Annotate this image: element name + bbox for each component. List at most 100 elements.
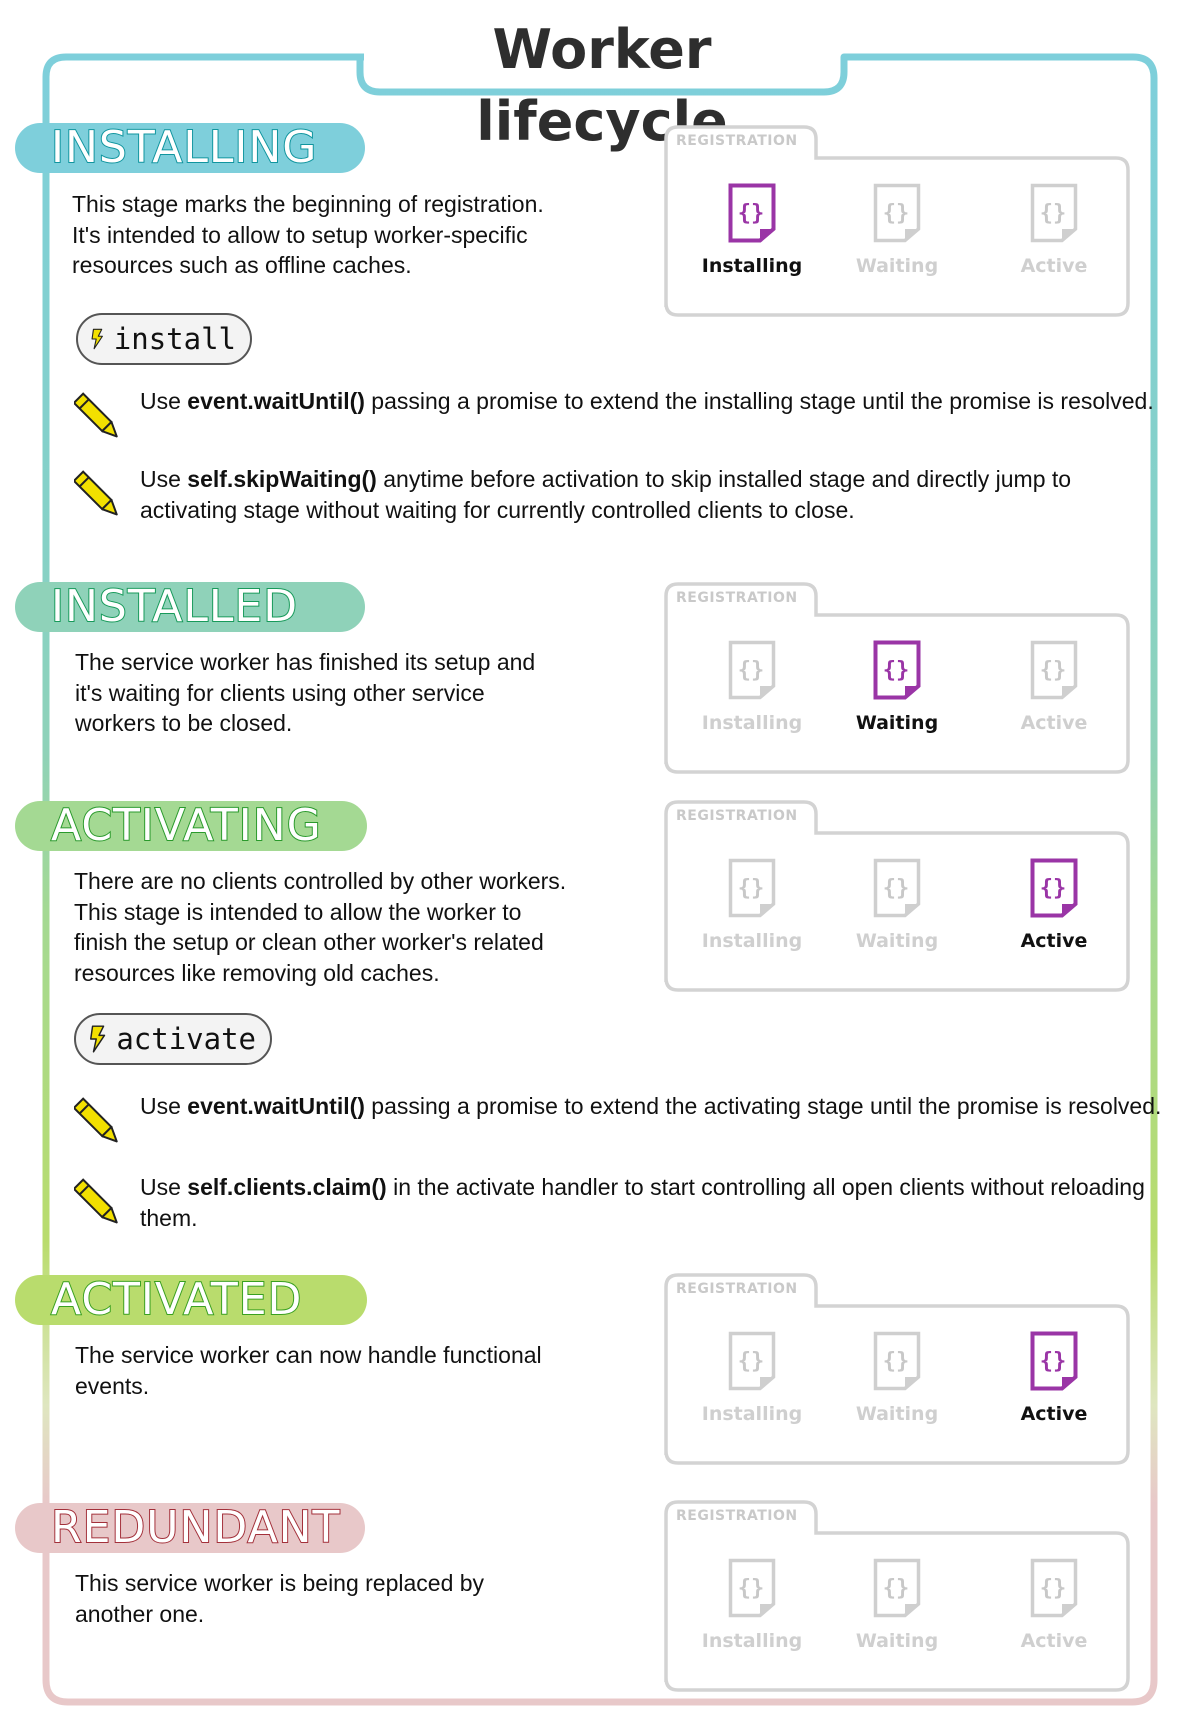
- svg-text:{}: {}: [1040, 876, 1067, 901]
- description-line: This stage is intended to allow the work…: [74, 898, 522, 925]
- lightning-bolt-icon: [90, 1025, 106, 1053]
- registration-slot-installing: {} Installing: [682, 183, 822, 277]
- registration-slot-active: {} Active: [984, 183, 1124, 277]
- tip-text: Use self.skipWaiting() anytime before ac…: [140, 466, 1072, 523]
- description-line: workers to be closed.: [75, 710, 293, 736]
- description-line: events.: [75, 1372, 150, 1399]
- slot-label: Installing: [701, 1403, 803, 1425]
- svg-text:{}: {}: [738, 201, 765, 226]
- registration-slot-waiting: {} Waiting: [827, 1558, 967, 1652]
- tip-text: Use event.waitUntil() passing a promise …: [140, 1093, 1162, 1119]
- svg-text:{}: {}: [883, 201, 910, 226]
- registration-label: REGISTRATION: [676, 590, 798, 606]
- script-file-icon: {}: [873, 1331, 921, 1391]
- description-line: finish the setup or clean other worker's…: [74, 929, 544, 955]
- registration-label: REGISTRATION: [676, 1281, 798, 1297]
- stage-heading-redundant: REDUNDANT: [15, 1502, 365, 1554]
- stage-description-redundant: This service worker is being replaced by…: [75, 1568, 635, 1629]
- stage-description-activated: The service worker can now handle functi…: [75, 1340, 635, 1401]
- script-file-icon: {}: [873, 640, 921, 700]
- slot-label: Waiting: [855, 1403, 939, 1425]
- script-file-icon: {}: [728, 858, 776, 918]
- slot-label: Active: [1020, 1403, 1088, 1425]
- script-file-icon: {}: [1030, 640, 1078, 700]
- description-line: There are no clients controlled by other…: [74, 868, 567, 894]
- registration-slot-active: {} Active: [984, 640, 1124, 734]
- stage-heading-installing: INSTALLING: [15, 122, 365, 174]
- svg-text:{}: {}: [1040, 658, 1067, 683]
- svg-text:{}: {}: [1040, 1349, 1067, 1374]
- svg-text:{}: {}: [1040, 1576, 1067, 1601]
- script-file-icon: {}: [1030, 1558, 1078, 1618]
- description-line: it's waiting for clients using other ser…: [75, 679, 485, 706]
- slot-label: Active: [1020, 930, 1088, 952]
- pencil-icon: [74, 1097, 118, 1143]
- stage-heading-installed: INSTALLED: [15, 581, 365, 633]
- slot-label: Installing: [701, 712, 803, 734]
- registration-panel-installed: REGISTRATION {} Installing {} Waiting {} Activ…: [664, 582, 1130, 774]
- svg-text:{}: {}: [1040, 201, 1067, 226]
- registration-label: REGISTRATION: [676, 133, 798, 149]
- slot-label: Installing: [701, 255, 803, 277]
- tip-item: Use event.waitUntil() passing a promise …: [74, 1091, 1164, 1147]
- script-file-icon: {}: [873, 1558, 921, 1618]
- registration-slot-installing: {} Installing: [682, 858, 822, 952]
- pencil-icon: [74, 392, 118, 438]
- svg-text:{}: {}: [738, 658, 765, 683]
- registration-panel-installing: REGISTRATION {} Installing {} Waiting {} Activ…: [664, 125, 1130, 317]
- registration-panel-redundant: REGISTRATION {} Installing {} Waiting {} Activ…: [664, 1500, 1130, 1692]
- script-file-icon: {}: [873, 183, 921, 243]
- slot-label: Installing: [701, 930, 803, 952]
- slot-label: Waiting: [855, 712, 939, 734]
- code-snippet: self.skipWaiting(): [187, 466, 377, 492]
- registration-slot-waiting: {} Waiting: [827, 858, 967, 952]
- stage-heading-text: REDUNDANT: [50, 1502, 341, 1554]
- description-line: The service worker has finished its setu…: [75, 649, 536, 675]
- stage-heading-text: ACTIVATED: [50, 1274, 303, 1326]
- tip-text: Use event.waitUntil() passing a promise …: [140, 388, 1154, 414]
- pencil-icon: [74, 470, 118, 516]
- description-line: It's intended to allow to setup worker-s…: [72, 221, 528, 248]
- script-file-icon: {}: [728, 183, 776, 243]
- pencil-icon: [74, 1178, 118, 1224]
- registration-slot-installing: {} Installing: [682, 1558, 822, 1652]
- description-line: This stage marks the beginning of regist…: [72, 191, 544, 217]
- stage-heading-activated: ACTIVATED: [15, 1274, 367, 1326]
- stage-heading-text: INSTALLING: [50, 122, 318, 174]
- script-file-icon: {}: [1030, 183, 1078, 243]
- event-badge-install: install: [76, 313, 252, 365]
- event-name: activate: [116, 1022, 256, 1056]
- stage-description-installing: This stage marks the beginning of regist…: [72, 189, 632, 281]
- registration-slot-waiting: {} Waiting: [827, 183, 967, 277]
- script-file-icon: {}: [873, 858, 921, 918]
- registration-slot-installing: {} Installing: [682, 1331, 822, 1425]
- description-line: resources such as offline caches.: [72, 252, 412, 278]
- slot-label: Active: [1020, 712, 1088, 734]
- registration-slot-waiting: {} Waiting: [827, 640, 967, 734]
- slot-label: Active: [1020, 1630, 1088, 1652]
- slot-label: Waiting: [855, 1630, 939, 1652]
- svg-text:{}: {}: [883, 876, 910, 901]
- stage-heading-text: INSTALLED: [50, 581, 299, 633]
- svg-text:{}: {}: [738, 876, 765, 901]
- svg-text:{}: {}: [883, 1576, 910, 1601]
- tip-text: Use self.clients.claim() in the activate…: [140, 1174, 1145, 1231]
- script-file-icon: {}: [1030, 1331, 1078, 1391]
- stage-heading-text: ACTIVATING: [50, 800, 322, 852]
- stage-description-activating: There are no clients controlled by other…: [74, 866, 634, 988]
- registration-label: REGISTRATION: [676, 1508, 798, 1524]
- registration-slot-active: {} Active: [984, 1558, 1124, 1652]
- description-line: resources like removing old caches.: [74, 959, 440, 986]
- stage-heading-activating: ACTIVATING: [15, 800, 367, 852]
- event-badge-activate: activate: [74, 1013, 272, 1065]
- registration-slot-active: {} Active: [984, 1331, 1124, 1425]
- slot-label: Waiting: [855, 930, 939, 952]
- tip-item: Use self.clients.claim() in the activate…: [74, 1172, 1164, 1233]
- description-line: This service worker is being replaced by: [75, 1570, 485, 1596]
- registration-panel-activating: REGISTRATION {} Installing {} Waiting {} Activ…: [664, 800, 1130, 992]
- registration-panel-activated: REGISTRATION {} Installing {} Waiting {} Activ…: [664, 1273, 1130, 1465]
- description-line: The service worker can now handle functi…: [75, 1342, 542, 1368]
- slot-label: Installing: [701, 1630, 803, 1652]
- lightning-bolt-icon: [91, 328, 103, 350]
- description-line: another one.: [75, 1600, 205, 1627]
